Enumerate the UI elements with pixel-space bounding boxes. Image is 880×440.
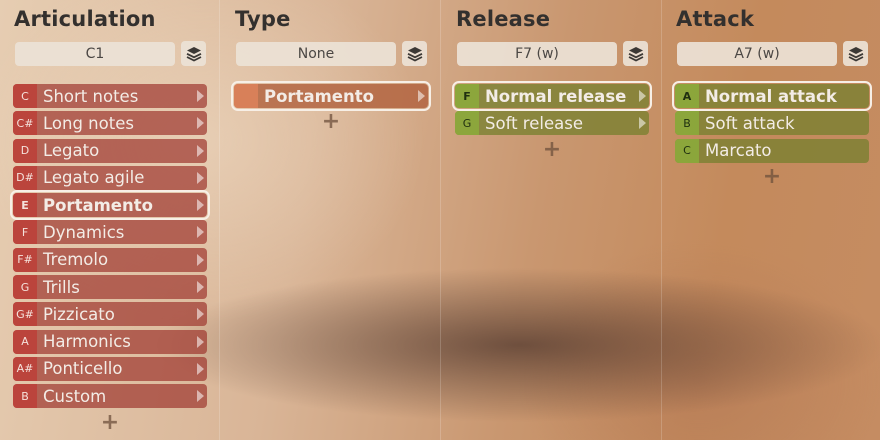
key-label: F#	[13, 247, 37, 272]
attack-column: Attack A7 (w) A Normal attack B Soft attac…	[662, 0, 880, 440]
chevron-right-icon[interactable]	[639, 117, 646, 130]
chevron-right-icon[interactable]	[197, 144, 204, 157]
item-label: Tremolo	[43, 250, 109, 270]
key-label: C#	[13, 111, 37, 136]
release-selector[interactable]: F7 (w)	[457, 42, 617, 66]
attack-layers-button[interactable]	[843, 41, 868, 66]
chevron-right-icon[interactable]	[197, 199, 204, 212]
item-label: Portamento	[43, 195, 153, 215]
chevron-right-icon[interactable]	[197, 335, 204, 348]
chevron-right-icon[interactable]	[197, 308, 204, 321]
release-item-soft-release[interactable]: G Soft release	[455, 111, 649, 136]
key-label: D#	[13, 165, 37, 190]
articulation-layers-button[interactable]	[181, 41, 206, 66]
articulation-item-dynamics[interactable]: F Dynamics	[13, 220, 207, 245]
key-label: A#	[13, 356, 37, 381]
articulation-item-harmonics[interactable]: A Harmonics	[13, 329, 207, 354]
column-title: Release	[456, 7, 551, 31]
articulation-item-legato[interactable]: D Legato	[13, 138, 207, 163]
articulation-item-ponticello[interactable]: A# Ponticello	[13, 356, 207, 381]
key-label: F	[13, 220, 37, 245]
key-label: B	[13, 384, 37, 409]
layers-icon	[628, 46, 643, 62]
item-label: Trills	[43, 277, 80, 297]
articulation-item-pizzicato[interactable]: G# Pizzicato	[13, 302, 207, 327]
key-label: A	[675, 84, 699, 108]
chevron-right-icon[interactable]	[197, 253, 204, 266]
item-label: Legato agile	[43, 168, 145, 188]
articulation-item-long-notes[interactable]: C# Long notes	[13, 111, 207, 136]
articulation-item-custom[interactable]: B Custom	[13, 384, 207, 409]
release-column: Release F7 (w) F Normal release G Soft rel…	[442, 0, 662, 440]
column-title: Type	[235, 7, 291, 31]
layers-icon	[186, 46, 201, 62]
column-title: Attack	[676, 7, 755, 31]
articulation-item-portamento[interactable]: E Portamento	[10, 190, 210, 221]
articulation-item-short-notes[interactable]: C Short notes	[13, 84, 207, 108]
type-column: Type None Portamento +	[221, 0, 441, 440]
release-layers-button[interactable]	[623, 41, 648, 66]
key-label: E	[13, 193, 37, 218]
key-label: D	[13, 138, 37, 163]
column-title: Articulation	[14, 7, 156, 31]
add-attack-button[interactable]: +	[675, 165, 869, 190]
chevron-right-icon[interactable]	[197, 171, 204, 184]
type-selector[interactable]: None	[236, 42, 396, 66]
add-type-button[interactable]: +	[234, 111, 428, 135]
key-label: C	[675, 138, 699, 163]
attack-selector[interactable]: A7 (w)	[677, 42, 837, 66]
item-label: Soft release	[485, 113, 583, 133]
chevron-right-icon[interactable]	[197, 117, 204, 130]
chevron-right-icon[interactable]	[197, 390, 204, 403]
type-layers-button[interactable]	[402, 41, 427, 66]
item-label: Dynamics	[43, 222, 125, 242]
item-label: Normal release	[485, 86, 627, 106]
item-label: Pizzicato	[43, 304, 115, 324]
chevron-right-icon[interactable]	[639, 90, 646, 102]
articulation-list: C Short notes C# Long notes D Legato D# Lega…	[10, 84, 210, 436]
layers-icon	[407, 46, 422, 62]
attack-list: A Normal attack B Soft attack C Marcato +	[672, 81, 872, 190]
chevron-right-icon[interactable]	[418, 90, 425, 102]
item-label: Soft attack	[705, 113, 795, 133]
chevron-right-icon[interactable]	[197, 90, 204, 102]
release-list: F Normal release G Soft release +	[452, 81, 652, 163]
key-label: B	[675, 111, 699, 136]
key-label: G#	[13, 302, 37, 327]
item-label: Portamento	[264, 86, 374, 106]
release-item-normal-release[interactable]: F Normal release	[452, 81, 652, 111]
key-label: F	[455, 84, 479, 108]
chevron-right-icon[interactable]	[197, 362, 204, 375]
attack-item-soft-attack[interactable]: B Soft attack	[675, 111, 869, 136]
attack-item-marcato[interactable]: C Marcato	[675, 138, 869, 163]
add-release-button[interactable]: +	[455, 138, 649, 163]
item-label: Short notes	[43, 86, 139, 106]
articulation-item-tremolo[interactable]: F# Tremolo	[13, 247, 207, 272]
key-label: G	[455, 111, 479, 136]
key-label: C	[13, 84, 37, 108]
type-item-portamento[interactable]: Portamento	[231, 81, 431, 111]
key-label: A	[13, 329, 37, 354]
item-label: Long notes	[43, 113, 134, 133]
item-label: Custom	[43, 386, 107, 406]
attack-item-normal-attack[interactable]: A Normal attack	[672, 81, 872, 111]
item-label: Legato	[43, 141, 100, 161]
articulation-item-legato-agile[interactable]: D# Legato agile	[13, 165, 207, 190]
articulation-column: Articulation C1 C Short notes C# Long note…	[0, 0, 220, 440]
chevron-right-icon[interactable]	[197, 226, 204, 239]
add-articulation-button[interactable]: +	[13, 411, 207, 436]
type-list: Portamento +	[231, 81, 431, 135]
articulation-item-trills[interactable]: G Trills	[13, 275, 207, 300]
key-label	[234, 84, 258, 108]
item-label: Marcato	[705, 141, 772, 161]
item-label: Ponticello	[43, 359, 123, 379]
item-label: Normal attack	[705, 86, 837, 106]
item-label: Harmonics	[43, 332, 131, 352]
layers-icon	[848, 46, 863, 62]
chevron-right-icon[interactable]	[197, 281, 204, 294]
key-label: G	[13, 275, 37, 300]
articulation-selector[interactable]: C1	[15, 42, 175, 66]
